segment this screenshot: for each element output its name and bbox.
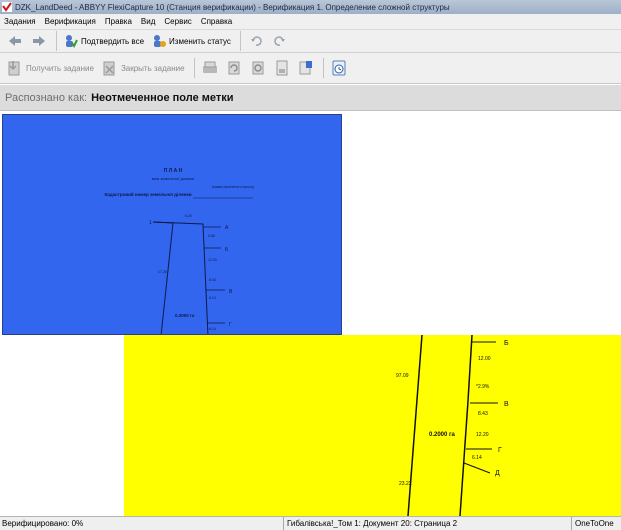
status-mode: OneToOne <box>575 519 614 528</box>
arrow-right-icon <box>33 36 45 46</box>
rescan-button[interactable] <box>223 57 245 79</box>
scanner-icon <box>202 61 217 73</box>
point-label: 1 <box>149 220 152 226</box>
toolbar-separator <box>239 31 241 51</box>
close-task-icon <box>103 61 115 76</box>
segment-length: 6.14 <box>472 455 482 461</box>
document-properties-button[interactable] <box>271 57 293 79</box>
document-view[interactable]: П Л А Н меж земельної ділянки (назва нас… <box>0 112 621 516</box>
land-plan-blue: П Л А Н меж земельної ділянки (назва нас… <box>104 168 255 334</box>
recognize-icon <box>252 61 264 75</box>
highlighted-region-yellow[interactable]: Б В Г Д 12.00 *2.9% 8.43 12.20 6.14 97.0… <box>124 335 621 516</box>
segment-length: 23.22 <box>399 481 412 487</box>
close-task-button[interactable]: Закрыть задание <box>99 58 188 78</box>
segment-length: *2.9% <box>476 384 490 390</box>
segment-length: 12.00 <box>208 258 217 262</box>
change-status-button[interactable]: Изменить статус <box>149 31 234 51</box>
edit-document-icon <box>299 61 312 75</box>
confirm-all-icon <box>66 35 78 48</box>
close-task-label: Закрыть задание <box>120 63 185 73</box>
refresh-document-icon <box>228 61 240 75</box>
status-document: Гибалівська!_Том 1: Документ 20: Страниц… <box>284 517 572 530</box>
redo-icon <box>274 36 285 46</box>
clock-icon <box>332 60 346 76</box>
title-bar: DZK_LandDeed - ABBYY FlexiCapture 10 (Ст… <box>0 0 621 14</box>
undo-button[interactable] <box>245 30 267 52</box>
segment-length: 6.14 <box>209 327 216 331</box>
recognized-as-bar: Распознано как: Неотмеченное поле метки <box>0 85 621 111</box>
confirm-all-label: Подтвердить все <box>81 36 145 46</box>
segment-length: 8.43 <box>478 411 488 417</box>
menu-edit[interactable]: Правка <box>105 17 132 26</box>
area-label: 0.2000 га <box>429 432 456 438</box>
confirm-all-button[interactable]: Подтвердить все <box>61 31 147 51</box>
undo-icon <box>250 36 262 46</box>
menu-verification[interactable]: Верификация <box>45 17 96 26</box>
redo-button[interactable] <box>269 30 291 52</box>
arrow-left-icon <box>9 36 21 46</box>
back-button[interactable] <box>4 30 26 52</box>
segment-length: 6.13 <box>209 296 216 300</box>
get-task-icon <box>8 61 20 76</box>
segment-length: 17.26 <box>158 270 167 274</box>
get-task-button[interactable]: Получить задание <box>4 58 97 78</box>
point-label: Д <box>495 470 500 477</box>
forward-button[interactable] <box>28 30 50 52</box>
recognized-as-label: Распознано как: <box>5 91 88 104</box>
segment-length: 0.58 <box>208 234 215 238</box>
point-label: В <box>504 401 509 408</box>
change-status-icon <box>154 35 167 47</box>
menu-service[interactable]: Сервис <box>164 17 191 26</box>
status-verified: Верифицировано: 0% <box>0 517 284 530</box>
recognized-as-value: Неотмеченное поле метки <box>91 91 234 104</box>
edit-document-button[interactable] <box>295 57 317 79</box>
menu-help[interactable]: Справка <box>201 17 232 26</box>
segment-length: 12.00 <box>478 356 491 362</box>
segment-length: 12.20 <box>476 432 489 438</box>
point-label: Б <box>504 340 509 347</box>
segment-length: 6.20 <box>185 214 192 218</box>
window-title: DZK_LandDeed - ABBYY FlexiCapture 10 (Ст… <box>15 2 450 12</box>
plan-cadastre-label: Кадастровий номер земельної ділянки <box>104 191 191 197</box>
area-label: 0.2000 га <box>175 313 195 318</box>
scan-pages-button[interactable] <box>199 57 221 79</box>
task-toolbar: Получить задание Закрыть задание <box>0 53 621 84</box>
get-task-label: Получить задание <box>26 63 94 73</box>
menu-bar: Задания Верификация Правка Вид Сервис Сп… <box>0 14 621 30</box>
document-icon <box>276 60 288 76</box>
toolbar-separator <box>193 58 195 78</box>
plan-note: (назва населеного пункту) <box>212 185 255 189</box>
plan-subheading: меж земельної ділянки <box>152 176 195 181</box>
land-plan-yellow: Б В Г Д 12.00 *2.9% 8.43 12.20 6.14 97.0… <box>396 335 509 516</box>
segment-length: 97.09 <box>396 373 409 379</box>
point-label: Б <box>225 247 229 253</box>
schedule-button[interactable] <box>328 57 350 79</box>
point-label: Г <box>229 322 232 328</box>
recognize-button[interactable] <box>247 57 269 79</box>
toolbar-separator <box>56 31 57 51</box>
point-label: Г <box>498 447 502 454</box>
toolbar-separator <box>322 58 324 78</box>
menu-view[interactable]: Вид <box>141 17 155 26</box>
change-status-label: Изменить статус <box>169 36 231 46</box>
point-label: А <box>225 225 229 231</box>
highlighted-region-blue[interactable]: П Л А Н меж земельної ділянки (назва нас… <box>2 114 342 335</box>
app-logo-icon <box>2 2 12 12</box>
main-toolbar: Подтвердить все Изменить статус <box>0 30 621 53</box>
status-bar: Верифицировано: 0% Гибалівська!_Том 1: Д… <box>0 516 621 530</box>
menu-tasks[interactable]: Задания <box>4 17 36 26</box>
segment-length: 8.43 <box>209 278 216 282</box>
plan-heading: П Л А Н <box>164 168 183 174</box>
point-label: В <box>229 289 233 295</box>
